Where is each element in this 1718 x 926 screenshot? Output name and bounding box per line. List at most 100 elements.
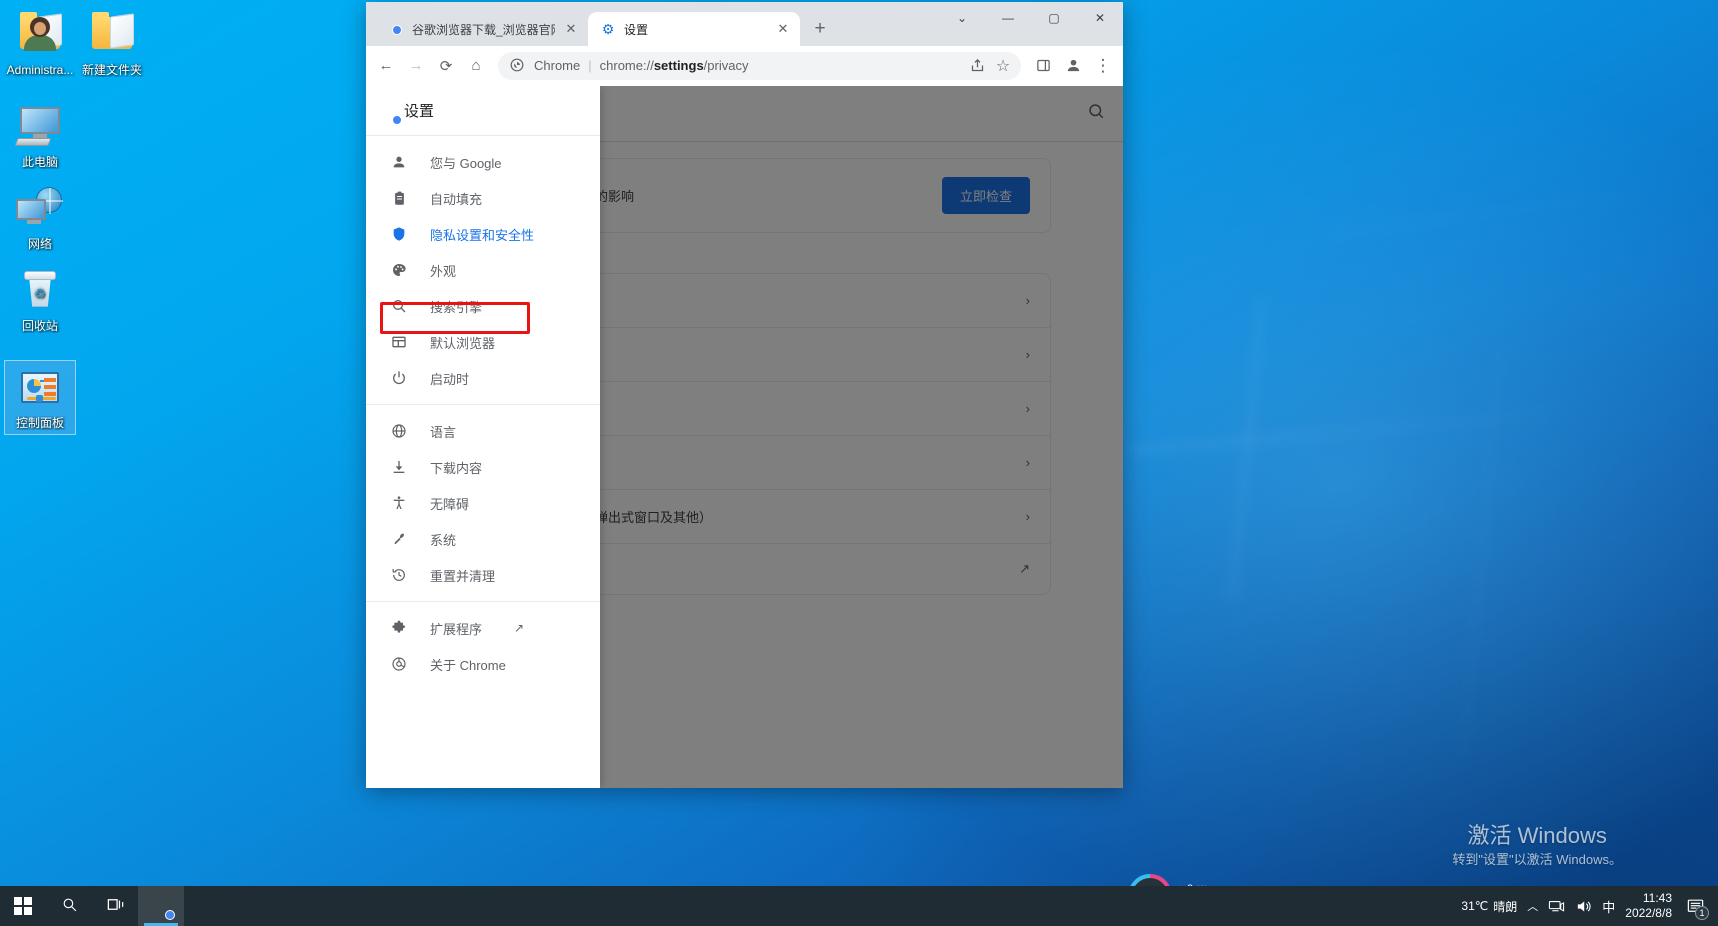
sidebar-item-label: 无障碍 — [430, 494, 469, 513]
close-window-button[interactable]: ✕ — [1077, 2, 1123, 34]
tab-strip: 谷歌浏览器下载_浏览器官网入口 ✕ ⚙ 设置 ✕ + ⌄ — ▢ ✕ — [366, 2, 1123, 46]
settings-navigation-drawer: 设置 您与 Google 自动填充 — [366, 86, 600, 788]
watermark-line2: 转到"设置"以激活 Windows。 — [1452, 850, 1622, 870]
ime-indicator[interactable]: 中 — [1602, 897, 1615, 916]
bookmark-star-icon[interactable]: ☆ — [991, 54, 1015, 78]
volume-icon[interactable] — [1575, 899, 1592, 914]
profile-icon[interactable] — [1059, 52, 1087, 80]
sidebar-item-extensions[interactable]: 扩展程序 ↗ — [366, 610, 600, 646]
sidebar-item-label: 您与 Google — [430, 153, 502, 172]
sidebar-item-search-engine[interactable]: 搜索引擎 — [366, 288, 600, 324]
search-icon — [390, 298, 408, 314]
external-link-icon: ↗ — [514, 621, 524, 635]
sidebar-item-about-chrome[interactable]: 关于 Chrome — [366, 646, 600, 682]
wrench-icon — [390, 531, 408, 547]
drawer-header: 设置 — [366, 86, 600, 136]
sidebar-item-on-startup[interactable]: 启动时 — [366, 360, 600, 396]
home-icon[interactable]: ⌂ — [462, 52, 490, 80]
drawer-group-1: 您与 Google 自动填充 隐私设置和安全性 — [366, 136, 600, 404]
notification-center-button[interactable]: 1 — [1682, 886, 1708, 926]
minimize-button[interactable]: — — [985, 2, 1031, 34]
desktop-icon-network[interactable]: 网络 — [4, 182, 76, 255]
chrome-outline-icon — [390, 656, 408, 672]
taskbar-app-chrome[interactable] — [138, 886, 184, 926]
task-view-button[interactable] — [92, 886, 138, 926]
desktop-icon-label: 控制面板 — [5, 416, 75, 430]
history-restore-icon — [390, 567, 408, 583]
omnibox-scheme-label: Chrome — [534, 58, 580, 73]
desktop-icon-control-panel[interactable]: 控制面板 — [4, 360, 76, 435]
system-tray: 31℃ 晴朗 ︿ 中 11:43 2022/8/8 1 — [1461, 886, 1718, 926]
omnibox-url: chrome://settings/privacy — [600, 58, 957, 73]
sidebar-item-label: 启动时 — [430, 369, 469, 388]
weather-temperature: 31℃ — [1461, 899, 1488, 913]
sidebar-item-languages[interactable]: 语言 — [366, 413, 600, 449]
sidebar-item-reset-and-cleanup[interactable]: 重置并清理 — [366, 557, 600, 593]
tray-weather[interactable]: 31℃ 晴朗 — [1461, 898, 1517, 915]
network-tray-icon[interactable] — [1548, 899, 1565, 914]
share-icon[interactable] — [965, 54, 989, 78]
shield-icon — [390, 226, 408, 242]
sidebar-item-label: 隐私设置和安全性 — [430, 225, 534, 244]
sidebar-item-label: 重置并清理 — [430, 566, 495, 585]
sidebar-item-downloads[interactable]: 下载内容 — [366, 449, 600, 485]
window-controls: ⌄ — ▢ ✕ — [939, 2, 1123, 34]
sidebar-item-label: 扩展程序 — [430, 619, 482, 638]
search-tabs-button[interactable]: ⌄ — [939, 2, 985, 34]
start-icon — [14, 897, 32, 915]
desktop-icon-administrator[interactable]: Administra... — [4, 8, 76, 81]
tab-close-icon[interactable]: ✕ — [775, 21, 791, 37]
sidebar-item-privacy-and-security[interactable]: 隐私设置和安全性 — [366, 216, 600, 252]
search-icon — [61, 896, 78, 916]
desktop-icon-label: 此电脑 — [4, 155, 76, 169]
omnibox-divider: | — [588, 58, 591, 73]
chrome-shield-icon — [510, 58, 526, 74]
sidebar-item-label: 系统 — [430, 530, 456, 549]
drawer-group-2: 语言 下载内容 无障碍 — [366, 404, 600, 601]
back-icon[interactable]: ← — [372, 52, 400, 80]
browser-toolbar: ← → ⟳ ⌂ Chrome | chrome://settings/priva… — [366, 46, 1123, 86]
new-tab-button[interactable]: + — [806, 15, 834, 43]
reload-icon[interactable]: ⟳ — [432, 52, 460, 80]
chrome-browser-window: 谷歌浏览器下载_浏览器官网入口 ✕ ⚙ 设置 ✕ + ⌄ — ▢ ✕ ← → ⟳… — [366, 2, 1123, 788]
sidebar-item-system[interactable]: 系统 — [366, 521, 600, 557]
activate-windows-watermark: 激活 Windows 转到"设置"以激活 Windows。 — [1452, 822, 1622, 870]
windows-taskbar: 31℃ 晴朗 ︿ 中 11:43 2022/8/8 1 — [0, 886, 1718, 926]
sidebar-item-label: 搜索引擎 — [430, 297, 482, 316]
desktop-icon-this-pc[interactable]: 此电脑 — [4, 100, 76, 173]
sidebar-item-label: 下载内容 — [430, 458, 482, 477]
sidebar-item-you-and-google[interactable]: 您与 Google — [366, 144, 600, 180]
desktop-icon-recycle-bin[interactable]: ♻ 回收站 — [4, 264, 76, 337]
sidebar-item-default-browser[interactable]: 默认浏览器 — [366, 324, 600, 360]
chrome-menu-icon[interactable]: ⋮ — [1089, 52, 1117, 80]
desktop-background: Administra... 新建文件夹 此电脑 网络 ♻ 回收站 — [0, 0, 1718, 926]
clock-time: 11:43 — [1625, 891, 1672, 906]
sidebar-item-autofill[interactable]: 自动填充 — [366, 180, 600, 216]
desktop-icon-new-folder[interactable]: 新建文件夹 — [76, 8, 148, 81]
sidebar-item-label: 关于 Chrome — [430, 655, 506, 674]
sidebar-item-appearance[interactable]: 外观 — [366, 252, 600, 288]
download-icon — [390, 459, 408, 475]
sidebar-item-label: 自动填充 — [430, 189, 482, 208]
start-button[interactable] — [0, 886, 46, 926]
task-view-icon — [106, 896, 125, 916]
address-bar[interactable]: Chrome | chrome://settings/privacy ☆ — [498, 52, 1021, 80]
network-icon — [16, 185, 64, 233]
side-panel-icon[interactable] — [1029, 52, 1057, 80]
clipboard-icon — [390, 191, 408, 206]
tab-title: 谷歌浏览器下载_浏览器官网入口 — [412, 21, 555, 38]
forward-icon[interactable]: → — [402, 52, 430, 80]
tab-close-icon[interactable]: ✕ — [563, 21, 579, 37]
browser-tab-active[interactable]: ⚙ 设置 ✕ — [588, 12, 800, 46]
browser-tab-inactive[interactable]: 谷歌浏览器下载_浏览器官网入口 ✕ — [376, 12, 588, 46]
globe-icon — [390, 423, 408, 439]
desktop-icon-label: 回收站 — [4, 319, 76, 333]
taskbar-clock[interactable]: 11:43 2022/8/8 — [1625, 891, 1672, 921]
gear-icon: ⚙ — [600, 21, 616, 37]
tray-overflow-chevron[interactable]: ︿ — [1527, 898, 1538, 914]
person-icon — [390, 154, 408, 170]
browser-window-icon — [390, 334, 408, 350]
sidebar-item-accessibility[interactable]: 无障碍 — [366, 485, 600, 521]
taskbar-search-button[interactable] — [46, 886, 92, 926]
maximize-button[interactable]: ▢ — [1031, 2, 1077, 34]
